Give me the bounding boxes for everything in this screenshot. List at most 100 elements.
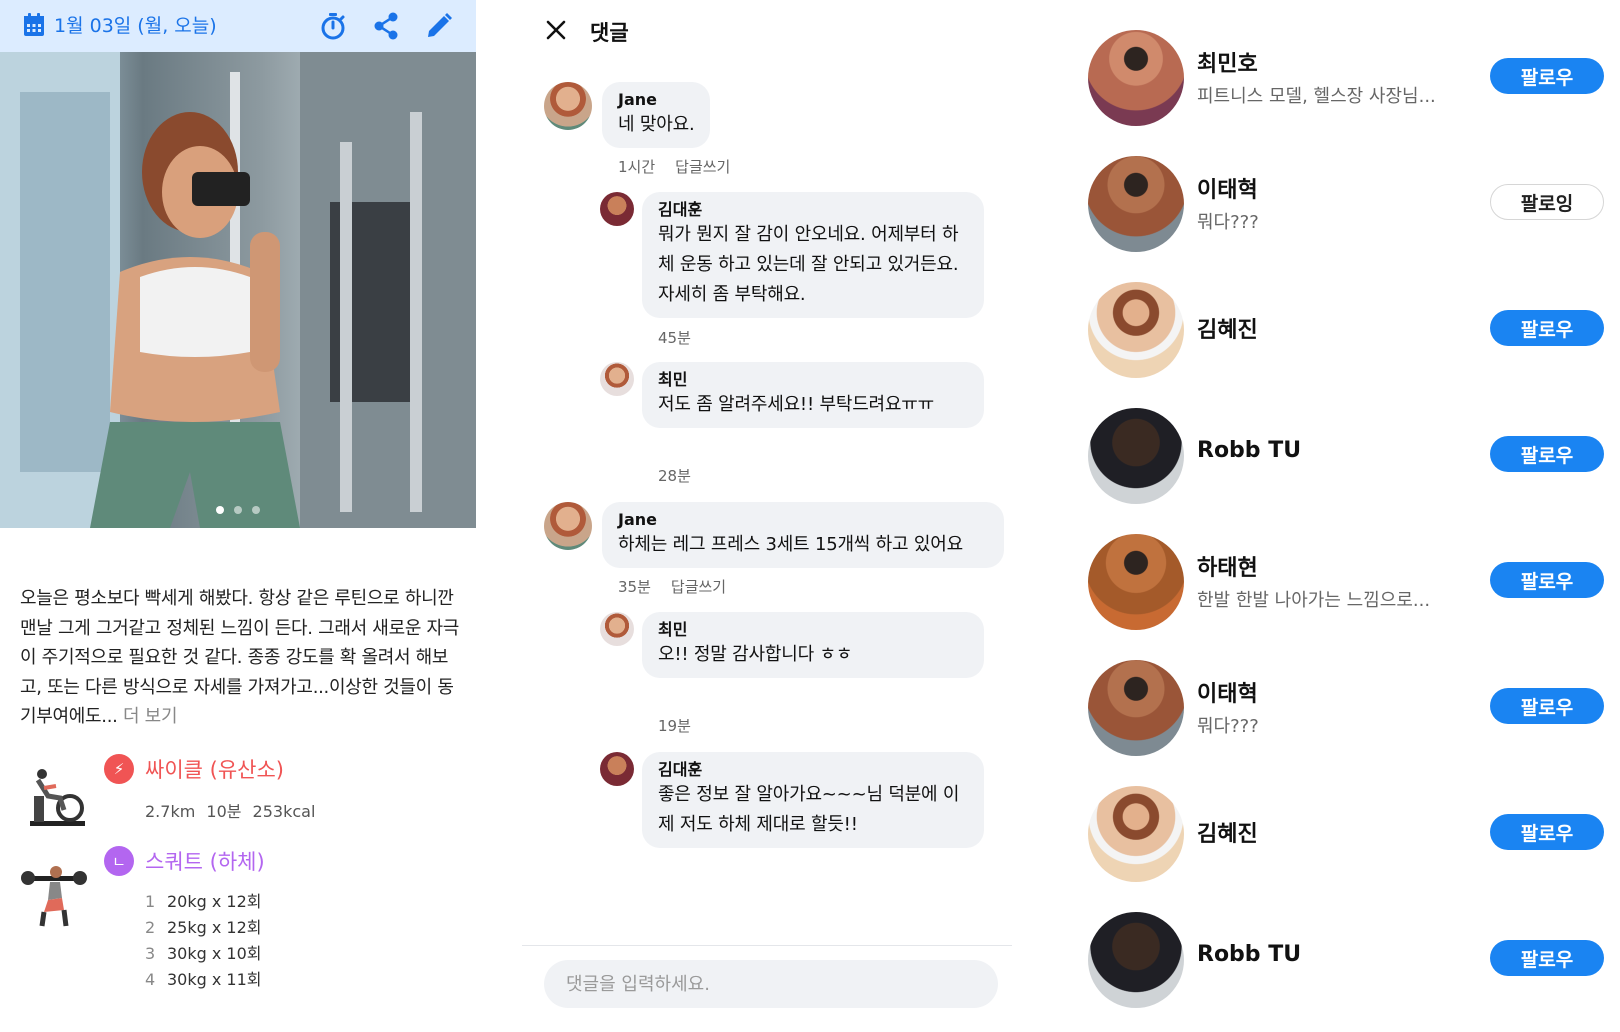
exercise-meta: 2.7km 10분 253kcal (145, 802, 316, 821)
comment-author[interactable]: 최민 (658, 620, 968, 640)
avatar[interactable] (1088, 30, 1184, 126)
follow-button[interactable]: 팔로우 (1490, 436, 1604, 472)
comments-panel: 댓글 Jane 네 맞아요. 1시간 답글쓰기 김대훈 뭐가 뭔지 잘 감이 안오… (522, 0, 1012, 1032)
squat-image (21, 866, 87, 927)
avatar[interactable] (544, 82, 592, 130)
comment-bubble: 김대훈 뭐가 뭔지 잘 감이 안오네요. 어제부터 하체 운동 하고 있는데 잘… (642, 192, 984, 318)
user-name[interactable]: 이태혁 (1197, 172, 1258, 204)
set-detail: 30kg x 10회 (167, 944, 262, 963)
avatar[interactable] (1088, 534, 1184, 630)
set-row: 1 20kg x 12회 (145, 888, 262, 912)
user-row[interactable]: Robb TU 팔로우 (1060, 408, 1620, 518)
user-name[interactable]: 이태혁 (1197, 676, 1258, 708)
comment-bubble: Jane 하체는 레그 프레스 3세트 15개씩 하고 있어요 (602, 502, 1004, 568)
user-name[interactable]: 하태현 (1197, 550, 1258, 582)
set-detail: 20kg x 12회 (167, 892, 262, 911)
user-row[interactable]: 이태혁 뭐다??? 팔로잉 (1060, 156, 1620, 266)
exercise-title: 스쿼트 (하체) (145, 850, 265, 874)
squat-icon: ㄴ (104, 846, 134, 876)
set-row: 3 30kg x 10회 (145, 940, 262, 964)
user-row[interactable]: 이태혁 뭐다??? 팔로우 (1060, 660, 1620, 770)
avatar[interactable] (600, 752, 634, 786)
avatar[interactable] (600, 192, 634, 226)
date-selector[interactable]: 1월 03일 (월, 오늘) (22, 11, 217, 38)
close-icon[interactable] (544, 18, 568, 42)
user-row[interactable]: Robb TU 팔로우 (1060, 912, 1620, 1022)
post-photo[interactable] (0, 52, 476, 528)
comment-author[interactable]: 최민 (658, 370, 968, 390)
set-number: 3 (145, 944, 156, 963)
comment-time: 35분 (618, 578, 651, 596)
following-button[interactable]: 팔로잉 (1490, 184, 1604, 220)
post-header: 1월 03일 (월, 오늘) (0, 0, 476, 52)
avatar[interactable] (1088, 660, 1184, 756)
avatar[interactable] (1088, 156, 1184, 252)
user-name[interactable]: Robb TU (1197, 942, 1301, 967)
avatar[interactable] (1088, 786, 1184, 882)
comment-author[interactable]: 김대훈 (658, 200, 968, 220)
cycle-icon: ⚡ (104, 754, 134, 784)
comment-text: 뭐가 뭔지 잘 감이 안오네요. 어제부터 하체 운동 하고 있는데 잘 안되고… (658, 224, 959, 305)
comment-bubble: 최민 오!! 정말 감사합니다 ㅎㅎ (642, 612, 984, 678)
follow-button[interactable]: 팔로우 (1490, 58, 1604, 94)
follow-button[interactable]: 팔로우 (1490, 310, 1604, 346)
user-name[interactable]: Robb TU (1197, 438, 1301, 463)
comment-text: 저도 좀 알려주세요!! 부탁드려요ㅠㅠ (658, 394, 934, 415)
calendar-icon (24, 12, 44, 36)
divider (522, 945, 1012, 946)
comment-bubble: Jane 네 맞아요. (602, 82, 711, 148)
comment-bubble: 김대훈 좋은 정보 잘 알아가요~~~님 덕분에 이제 저도 하체 제대로 할듯… (642, 752, 984, 848)
set-number: 2 (145, 918, 156, 937)
post-body: 오늘은 평소보다 빡세게 해봤다. 항상 같은 루틴으로 하니깐 맨날 그게 그… (20, 584, 460, 732)
timer-icon[interactable] (318, 11, 348, 41)
avatar[interactable] (544, 502, 592, 550)
avatar[interactable] (600, 612, 634, 646)
avatar[interactable] (1088, 408, 1184, 504)
follow-button[interactable]: 팔로우 (1490, 562, 1604, 598)
avatar[interactable] (600, 362, 634, 396)
comment-text: 하체는 레그 프레스 3세트 15개씩 하고 있어요 (618, 534, 964, 555)
follow-button[interactable]: 팔로우 (1490, 814, 1604, 850)
edit-icon[interactable] (424, 11, 454, 41)
exercise-squat[interactable]: ㄴ 스쿼트 (하체) 1 20kg x 12회 2 25kg x 12회 3 30kg… (20, 846, 460, 1022)
comment-time: 45분 (658, 329, 691, 347)
reply-link[interactable]: 답글쓰기 (675, 158, 730, 176)
exercise-cycle[interactable]: ⚡ 싸이클 (유산소) 2.7km 10분 253kcal (20, 754, 460, 840)
comment-input[interactable] (544, 960, 998, 1008)
post-date: 1월 03일 (월, 오늘) (54, 15, 217, 37)
share-icon[interactable] (371, 11, 401, 41)
follow-button[interactable]: 팔로우 (1490, 688, 1604, 724)
carousel-dot[interactable] (216, 506, 224, 514)
set-detail: 30kg x 11회 (167, 970, 262, 989)
avatar[interactable] (1088, 912, 1184, 1008)
avatar[interactable] (1088, 282, 1184, 378)
carousel-indicator (0, 506, 476, 514)
user-name[interactable]: 김혜진 (1197, 816, 1258, 848)
user-name[interactable]: 최민호 (1197, 46, 1258, 78)
user-name[interactable]: 김혜진 (1197, 312, 1258, 344)
user-row[interactable]: 김혜진 팔로우 (1060, 786, 1620, 896)
user-description: 한발 한발 나아가는 느낌으로... (1197, 590, 1431, 611)
exercise-title: 싸이클 (유산소) (145, 758, 284, 782)
set-number: 4 (145, 970, 156, 989)
follow-button[interactable]: 팔로우 (1490, 940, 1604, 976)
more-link[interactable]: 더 보기 (123, 706, 178, 727)
set-row: 2 25kg x 12회 (145, 914, 262, 938)
comment-author[interactable]: 김대훈 (658, 760, 968, 780)
set-detail: 25kg x 12회 (167, 918, 262, 937)
carousel-dot[interactable] (252, 506, 260, 514)
comment-author[interactable]: Jane (618, 510, 988, 530)
user-description: 뭐다??? (1197, 716, 1259, 737)
comment-author[interactable]: Jane (618, 90, 694, 110)
user-row[interactable]: 김혜진 팔로우 (1060, 282, 1620, 392)
comment-time: 19분 (658, 717, 691, 735)
comment-time: 1시간 (618, 158, 656, 176)
comment-meta: 35분 답글쓰기 (618, 576, 746, 597)
reply-link[interactable]: 답글쓰기 (671, 578, 726, 596)
comments-title: 댓글 (590, 21, 629, 45)
user-description: 피트니스 모델, 헬스장 사장님... (1197, 86, 1436, 107)
user-row[interactable]: 하태현 한발 한발 나아가는 느낌으로... 팔로우 (1060, 534, 1620, 644)
user-description: 뭐다??? (1197, 212, 1259, 233)
user-row[interactable]: 최민호 피트니스 모델, 헬스장 사장님... 팔로우 (1060, 30, 1620, 140)
carousel-dot[interactable] (234, 506, 242, 514)
